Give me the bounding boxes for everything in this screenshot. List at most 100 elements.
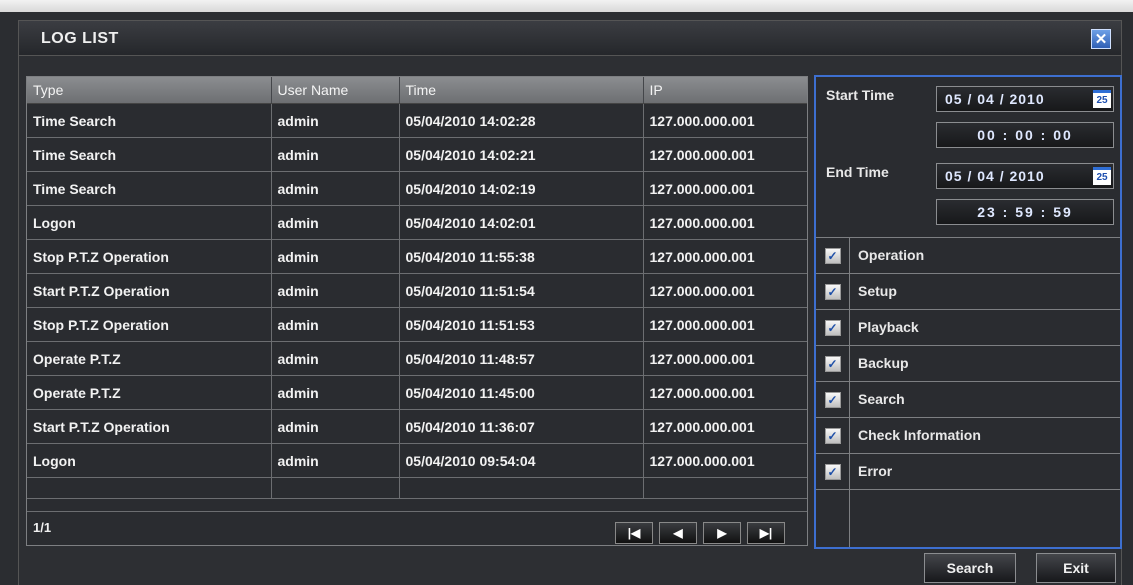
operation-checkbox[interactable]: ✓ <box>824 247 841 264</box>
cell-type: Operate P.T.Z <box>27 375 272 410</box>
category-label: Playback <box>858 319 919 335</box>
next-page-button[interactable]: ▶ <box>703 522 741 544</box>
cell-ip: 127.000.000.001 <box>643 239 807 274</box>
exit-button[interactable]: Exit <box>1036 553 1116 583</box>
log-table-container: Type User Name Time IP Time Search admin… <box>26 76 808 546</box>
start-clock-value: 00 : 00 : 00 <box>977 127 1073 143</box>
cell-type: Stop P.T.Z Operation <box>27 307 272 342</box>
category-check-information[interactable]: ✓ Check Information <box>816 417 1120 453</box>
search-checkbox[interactable]: ✓ <box>824 391 841 408</box>
cell-type: Operate P.T.Z <box>27 341 272 376</box>
category-playback[interactable]: ✓ Playback <box>816 309 1120 345</box>
start-time-label: Start Time <box>826 87 895 103</box>
category-error[interactable]: ✓ Error <box>816 453 1120 489</box>
start-date-value: 05 / 04 / 2010 <box>945 91 1045 107</box>
table-row[interactable]: Operate P.T.Z admin 05/04/2010 11:45:00 … <box>27 375 807 410</box>
table-row[interactable]: Stop P.T.Z Operation admin 05/04/2010 11… <box>27 239 807 274</box>
cell-user: admin <box>271 239 400 274</box>
end-clock-value: 23 : 59 : 59 <box>977 204 1073 220</box>
error-checkbox[interactable]: ✓ <box>824 463 841 480</box>
cell-user: admin <box>271 171 400 206</box>
category-label: Operation <box>858 247 925 263</box>
cell-ip: 127.000.000.001 <box>643 375 807 410</box>
last-page-button[interactable]: ▶| <box>747 522 785 544</box>
category-label: Search <box>858 391 905 407</box>
cell-ip: 127.000.000.001 <box>643 171 807 206</box>
table-row[interactable]: Time Search admin 05/04/2010 14:02:21 12… <box>27 137 807 172</box>
start-date-field[interactable]: 05 / 04 / 2010 25 <box>936 86 1114 112</box>
cell-time: 05/04/2010 14:02:01 <box>399 205 644 240</box>
cell-type: Time Search <box>27 171 272 206</box>
column-header-type[interactable]: Type <box>27 77 272 104</box>
cell-ip: 127.000.000.001 <box>643 137 807 172</box>
search-button[interactable]: Search <box>924 553 1016 583</box>
table-row[interactable]: Logon admin 05/04/2010 14:02:01 127.000.… <box>27 205 807 240</box>
table-row[interactable]: Start P.T.Z Operation admin 05/04/2010 1… <box>27 409 807 444</box>
column-header-user-name[interactable]: User Name <box>271 77 400 104</box>
cell-user: admin <box>271 137 400 172</box>
calendar-icon[interactable]: 25 <box>1093 90 1111 108</box>
playback-checkbox[interactable]: ✓ <box>824 319 841 336</box>
first-page-button[interactable]: |◀ <box>615 522 653 544</box>
cell-time: 05/04/2010 11:51:54 <box>399 273 644 308</box>
log-table: Type User Name Time IP Time Search admin… <box>27 77 807 499</box>
cell-time: 05/04/2010 11:55:38 <box>399 239 644 274</box>
table-row[interactable]: Time Search admin 05/04/2010 14:02:19 12… <box>27 171 807 206</box>
cell-time: 05/04/2010 11:51:53 <box>399 307 644 342</box>
cell-user: admin <box>271 375 400 410</box>
backup-checkbox[interactable]: ✓ <box>824 355 841 372</box>
end-clock-field[interactable]: 23 : 59 : 59 <box>936 199 1114 225</box>
pagination-bar: 1/1 |◀ ◀ ▶ ▶| <box>27 511 807 546</box>
window-title: LOG LIST <box>41 30 119 47</box>
cell-user: admin <box>271 273 400 308</box>
cell-time: 05/04/2010 11:45:00 <box>399 375 644 410</box>
cell-user: admin <box>271 443 400 478</box>
skip-last-icon: ▶| <box>759 526 773 540</box>
table-row[interactable]: Stop P.T.Z Operation admin 05/04/2010 11… <box>27 307 807 342</box>
cell-ip: 127.000.000.001 <box>643 443 807 478</box>
cell-type: Time Search <box>27 137 272 172</box>
end-date-field[interactable]: 05 / 04 / 2010 25 <box>936 163 1114 189</box>
category-label: Setup <box>858 283 897 299</box>
setup-checkbox[interactable]: ✓ <box>824 283 841 300</box>
cell-type: Start P.T.Z Operation <box>27 409 272 444</box>
title-bar: LOG LIST ✕ <box>18 20 1122 56</box>
triangle-right-icon: ▶ <box>717 526 727 540</box>
table-row[interactable]: Start P.T.Z Operation admin 05/04/2010 1… <box>27 273 807 308</box>
cell-user: admin <box>271 341 400 376</box>
filter-panel: Start Time 05 / 04 / 2010 25 00 : 00 : 0… <box>814 75 1122 549</box>
category-label: Error <box>858 463 893 479</box>
cell-time: 05/04/2010 09:54:04 <box>399 443 644 478</box>
cell-type: Stop P.T.Z Operation <box>27 239 272 274</box>
close-button[interactable]: ✕ <box>1091 29 1111 49</box>
cell-type: Logon <box>27 443 272 478</box>
cell-ip: 127.000.000.001 <box>643 103 807 138</box>
close-icon: ✕ <box>1094 30 1108 48</box>
table-row[interactable]: Operate P.T.Z admin 05/04/2010 11:48:57 … <box>27 341 807 376</box>
table-row[interactable]: Time Search admin 05/04/2010 14:02:28 12… <box>27 103 807 138</box>
cell-user: admin <box>271 307 400 342</box>
cell-time: 05/04/2010 11:48:57 <box>399 341 644 376</box>
category-search[interactable]: ✓ Search <box>816 381 1120 417</box>
cell-time: 05/04/2010 14:02:19 <box>399 171 644 206</box>
column-header-time[interactable]: Time <box>399 77 644 104</box>
calendar-icon[interactable]: 25 <box>1093 167 1111 185</box>
category-operation[interactable]: ✓ Operation <box>816 237 1120 273</box>
check-information-checkbox[interactable]: ✓ <box>824 427 841 444</box>
cell-ip: 127.000.000.001 <box>643 307 807 342</box>
start-clock-field[interactable]: 00 : 00 : 00 <box>936 122 1114 148</box>
cell-ip: 127.000.000.001 <box>643 205 807 240</box>
cell-ip: 127.000.000.001 <box>643 273 807 308</box>
top-strip <box>0 0 1133 12</box>
empty-table-row <box>27 477 807 499</box>
previous-page-button[interactable]: ◀ <box>659 522 697 544</box>
cell-user: admin <box>271 103 400 138</box>
column-header-ip[interactable]: IP <box>643 77 807 104</box>
page-indicator: 1/1 <box>33 520 52 535</box>
category-backup[interactable]: ✓ Backup <box>816 345 1120 381</box>
cell-user: admin <box>271 205 400 240</box>
category-setup[interactable]: ✓ Setup <box>816 273 1120 309</box>
cell-time: 05/04/2010 14:02:21 <box>399 137 644 172</box>
cell-time: 05/04/2010 14:02:28 <box>399 103 644 138</box>
table-row[interactable]: Logon admin 05/04/2010 09:54:04 127.000.… <box>27 443 807 478</box>
